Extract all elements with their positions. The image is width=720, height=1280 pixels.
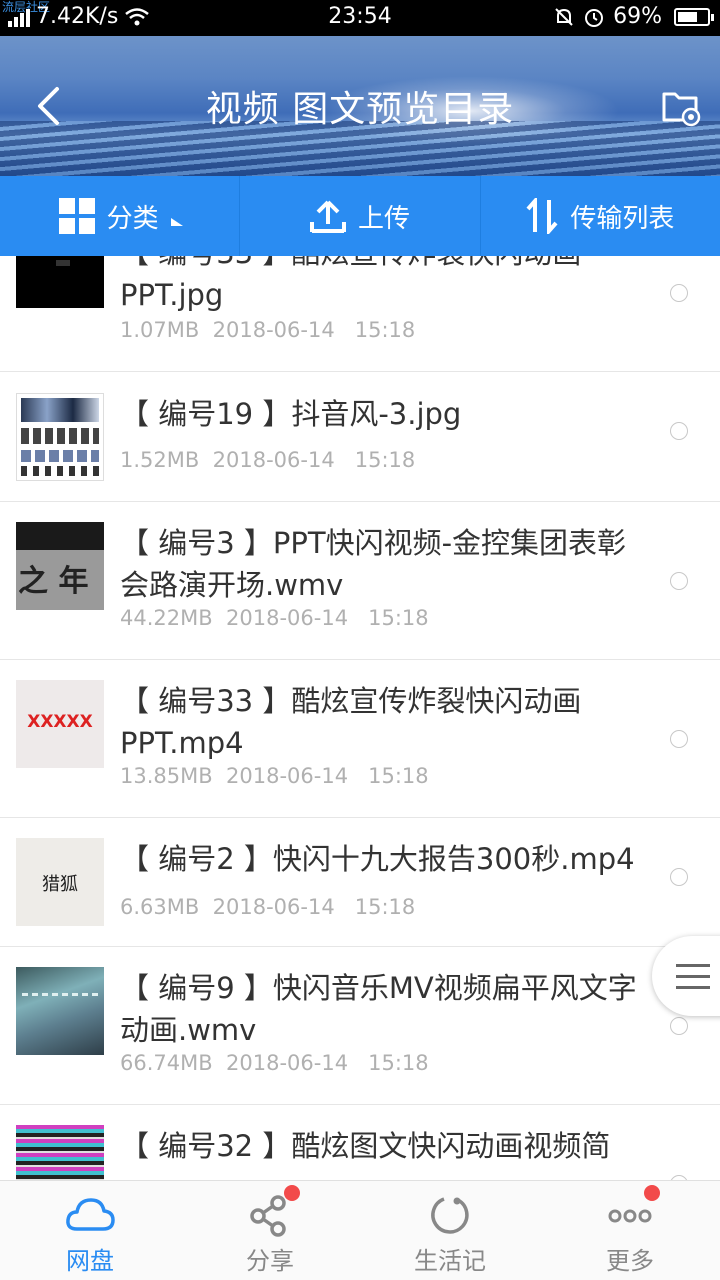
file-thumbnail [16,393,104,481]
notification-badge [644,1185,661,1201]
file-title: 【 编号33 】酷炫宣传炸裂快闪动画PPT.mp4 [120,684,582,760]
file-date: 2018-06-14 [226,1051,349,1075]
nav-label: 更多 [606,1247,654,1275]
nav-label: 网盘 [66,1247,114,1275]
file-thumbnail: 之 年 [16,522,104,610]
life-record-icon [431,1197,469,1234]
nav-share[interactable]: 分享 [180,1181,360,1280]
mute-bell-icon [555,7,573,26]
file-size: 66.74MB [120,1051,213,1075]
file-thumbnail: 猎狐 [16,838,104,926]
nav-label: 生活记 [414,1247,486,1275]
notification-badge [284,1185,301,1201]
file-date: 2018-06-14 [226,764,349,788]
nav-label: 分享 [246,1247,294,1275]
file-title: 【 编号19 】抖音风-3.jpg [120,397,462,431]
category-label: 分类 [106,203,159,234]
category-button[interactable]: 分类 [0,176,241,256]
upload-icon [309,200,346,233]
file-list-item[interactable]: XXXXX 【 编号33 】酷炫宣传炸裂快闪动画PPT.mp4 13.85MB … [0,660,720,818]
select-radio[interactable] [670,284,688,302]
file-meta: 66.74MB 2018-06-14 15:18 [120,1051,429,1075]
file-time: 15:18 [368,1051,429,1075]
file-title: 【 编号9 】快闪音乐MV视频扁平风文字动画.wmv [120,971,637,1047]
transfer-arrows-icon [526,198,558,234]
file-time: 15:18 [368,764,429,788]
nav-more[interactable]: 更多 [540,1181,720,1280]
file-date: 2018-06-14 [212,448,335,472]
file-meta: 1.52MB 2018-06-14 15:18 [120,448,415,472]
transfer-list-button[interactable]: 传输列表 [481,176,720,256]
file-list-item[interactable]: 之 年 【 编号3 】PPT快闪视频-金控集团表彰会路演开场.wmv 44.22… [0,502,720,660]
file-date: 2018-06-14 [212,895,335,919]
file-size: 1.52MB [120,448,200,472]
header-banner: 视频 图文预览目录 [0,36,720,176]
transfer-list-label: 传输列表 [570,203,675,234]
nav-cloud-drive[interactable]: 网盘 [0,1181,180,1280]
thumb-text: 猎狐 [42,874,78,895]
file-size: 1.07MB [120,318,200,342]
folder-settings-icon [662,92,701,127]
file-time: 15:18 [354,895,416,919]
alarm-icon [585,8,604,27]
file-meta: 13.85MB 2018-06-14 15:18 [120,764,429,788]
file-meta: 1.07MB 2018-06-14 15:18 [120,318,415,342]
select-radio[interactable] [670,572,688,590]
thumb-text: 之 年 [18,564,89,599]
file-date: 2018-06-14 [212,318,335,342]
file-size: 6.63MB [120,895,200,919]
file-size: 13.85MB [120,764,213,788]
file-meta: 44.22MB 2018-06-14 15:18 [120,606,429,630]
file-title: 【 编号3 】PPT快闪视频-金控集团表彰会路演开场.wmv [120,526,627,602]
select-radio[interactable] [670,422,688,440]
status-bar: 流层社区 7.42K/s 23:54 69% [0,0,720,36]
file-list-item[interactable]: 【 编号33 】酷炫宣传炸裂快闪动画PPT.jpg 1.07MB 2018-06… [0,256,720,372]
file-list-item[interactable]: 【 编号9 】快闪音乐MV视频扁平风文字动画.wmv 66.74MB 2018-… [0,947,720,1105]
grid-icon [58,198,95,234]
nav-life-record[interactable]: 生活记 [360,1181,540,1280]
file-meta: 6.63MB 2018-06-14 15:18 [120,895,415,919]
select-radio[interactable] [670,1017,688,1035]
battery-icon [674,7,714,26]
file-title: 【 编号2 】快闪十九大报告300秒.mp4 [120,842,635,876]
file-thumbnail [16,967,104,1055]
file-size: 44.22MB [120,606,213,630]
upload-button[interactable]: 上传 [240,176,481,256]
folder-settings-button[interactable] [660,86,702,128]
select-radio[interactable] [670,868,688,886]
file-thumbnail: XXXXX [16,680,104,768]
file-time: 15:18 [354,318,416,342]
toolbar: 分类 上传 传输列表 [0,176,720,256]
file-list-item[interactable]: 【 编号32 】酷炫图文快闪动画视频简 [0,1105,720,1180]
thumb-text: XXXXX [27,712,93,732]
file-title: 【 编号33 】酷炫宣传炸裂快闪动画PPT.jpg [120,256,581,312]
bottom-nav: 网盘 分享 生活记 更多 [0,1180,720,1280]
dropdown-caret-icon [170,218,183,226]
file-list-item[interactable]: 猎狐 【 编号2 】快闪十九大报告300秒.mp4 6.63MB 2018-06… [0,818,720,947]
select-radio[interactable] [670,730,688,748]
file-thumbnail [16,1125,104,1180]
page-title: 视频 图文预览目录 [205,89,515,130]
upload-label: 上传 [357,203,410,234]
battery-percent: 69% [613,4,662,29]
file-list: 【 编号33 】酷炫宣传炸裂快闪动画PPT.jpg 1.07MB 2018-06… [0,256,720,1180]
file-time: 15:18 [368,606,429,630]
cloud-icon [66,1198,115,1231]
file-time: 15:18 [354,448,416,472]
file-thumbnail [16,256,104,308]
file-date: 2018-06-14 [226,606,349,630]
file-list-item[interactable]: 【 编号19 】抖音风-3.jpg 1.52MB 2018-06-14 15:1… [0,373,720,502]
file-title: 【 编号32 】酷炫图文快闪动画视频简 [120,1129,611,1163]
